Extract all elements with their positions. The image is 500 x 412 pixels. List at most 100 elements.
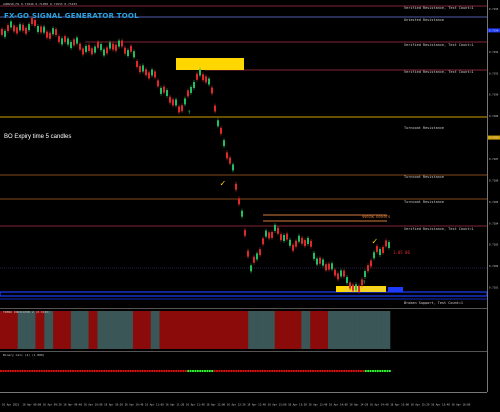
trend-bar — [363, 311, 373, 349]
trend-bar — [310, 311, 320, 349]
trend-bar — [327, 311, 338, 349]
binary-dot — [59, 369, 63, 373]
candle-body — [94, 46, 96, 53]
candle-body — [256, 253, 258, 260]
candle-body — [130, 45, 132, 52]
candle-body — [34, 19, 36, 26]
binary-dot — [23, 369, 27, 373]
trend-bar — [345, 311, 355, 349]
trend-bar — [0, 311, 10, 349]
binary-dot — [223, 369, 226, 373]
trend-bar — [319, 311, 329, 349]
binary-dot — [220, 369, 223, 373]
candle-body — [7, 25, 9, 32]
candle-body — [103, 49, 105, 56]
candle-body — [247, 250, 249, 257]
level-label-2: Untested Resistance — [404, 18, 444, 22]
binary-dot — [376, 369, 379, 373]
trend-histogram — [0, 311, 391, 349]
trend-bar — [381, 311, 391, 349]
candle-body — [97, 41, 99, 48]
candle-body — [163, 86, 165, 93]
candle-body — [124, 47, 126, 54]
binary-dot — [11, 369, 15, 373]
binary-dot — [124, 369, 127, 373]
trend-bar — [301, 311, 311, 349]
binary-dot — [232, 369, 235, 373]
time-tick-label: 16 Apr 10:40 — [125, 403, 144, 407]
price-axis[interactable]: 0.7195 0.7194 0.7192 0.7191 0.7190 0.7189 0.71… — [487, 0, 500, 392]
binary-dot — [316, 369, 319, 373]
binary-dot — [16, 369, 19, 373]
binary-dot — [196, 369, 199, 373]
binary-dot — [218, 369, 221, 373]
price-tick-label: 0.7187 — [489, 157, 499, 161]
binary-dot — [172, 369, 175, 373]
binary-dot — [263, 369, 267, 373]
time-tick-label: 16 Apr 16:00 — [452, 403, 471, 407]
main-price-pane[interactable]: ↑ ↑ ✓ ✓ Verified Resistance, Test Count=… — [0, 0, 488, 306]
binary-dot — [374, 369, 377, 373]
binary-dot — [139, 369, 142, 373]
chart-window[interactable]: ↑ ↑ ✓ ✓ Verified Resistance, Test Count=… — [0, 0, 500, 407]
binary-dot — [323, 369, 327, 373]
binary-dot — [35, 369, 39, 373]
trend-bar — [26, 311, 36, 349]
binary-dot — [350, 369, 353, 373]
binary-dot — [151, 369, 154, 373]
candle-body — [274, 224, 276, 231]
trend-bar — [62, 311, 72, 349]
trend-indicator-pane[interactable]: TREND INDICATOR 2 (0.0195) — [0, 308, 487, 351]
binary-dot — [244, 369, 247, 373]
binary-dot — [208, 369, 211, 373]
candle-body — [214, 105, 216, 112]
candle-body — [340, 270, 342, 277]
binary-dot — [256, 369, 259, 373]
buy-arrow-1: ↑ — [187, 108, 191, 116]
candle-body — [10, 21, 12, 28]
candle-body — [67, 38, 69, 45]
binary-dot — [110, 369, 113, 373]
price-chart[interactable]: ↑ ↑ ✓ ✓ Verified Resistance, Test Count=… — [0, 0, 488, 306]
binary-dot — [153, 369, 156, 373]
binary-dot — [167, 369, 171, 373]
binary-dot — [290, 369, 293, 373]
binary-dot — [64, 369, 67, 373]
binary-dot — [261, 369, 264, 373]
binary-dot — [107, 369, 111, 373]
candle-body — [295, 240, 297, 247]
binary-dot — [28, 369, 31, 373]
candle-body — [235, 183, 237, 190]
candle-body — [88, 45, 90, 52]
binary-dot — [369, 369, 372, 373]
candle-body — [382, 247, 384, 254]
binary-dot — [40, 369, 43, 373]
candle-body — [136, 60, 138, 67]
binary-dot — [297, 369, 300, 373]
trend-bar — [372, 311, 382, 349]
binary-dot — [355, 369, 358, 373]
binary-calc-pane[interactable]: Binary Calc (4) (1.000) — [0, 351, 487, 393]
binary-dot — [50, 369, 53, 373]
trend-pane-title: TREND INDICATOR 2 (0.0195) — [3, 310, 50, 314]
price-tick-label: 0.7181 — [489, 286, 499, 290]
binary-dot — [38, 369, 41, 373]
candle-body — [307, 237, 309, 244]
candle-body — [358, 285, 360, 292]
binary-dot — [127, 369, 130, 373]
candle-body — [4, 30, 6, 37]
trend-bar — [274, 311, 284, 349]
binary-dot — [206, 369, 209, 373]
binary-dot — [163, 369, 166, 373]
candle-body — [142, 65, 144, 72]
candle-body — [154, 71, 156, 78]
binary-dot — [364, 369, 367, 373]
binary-dot — [55, 369, 58, 373]
candle-body — [262, 238, 264, 245]
binary-dot — [309, 369, 312, 373]
candle-body — [319, 257, 321, 264]
binary-dot — [381, 369, 384, 373]
candle-body — [373, 252, 375, 259]
trend-bar — [17, 311, 27, 349]
trend-bar — [265, 311, 276, 349]
